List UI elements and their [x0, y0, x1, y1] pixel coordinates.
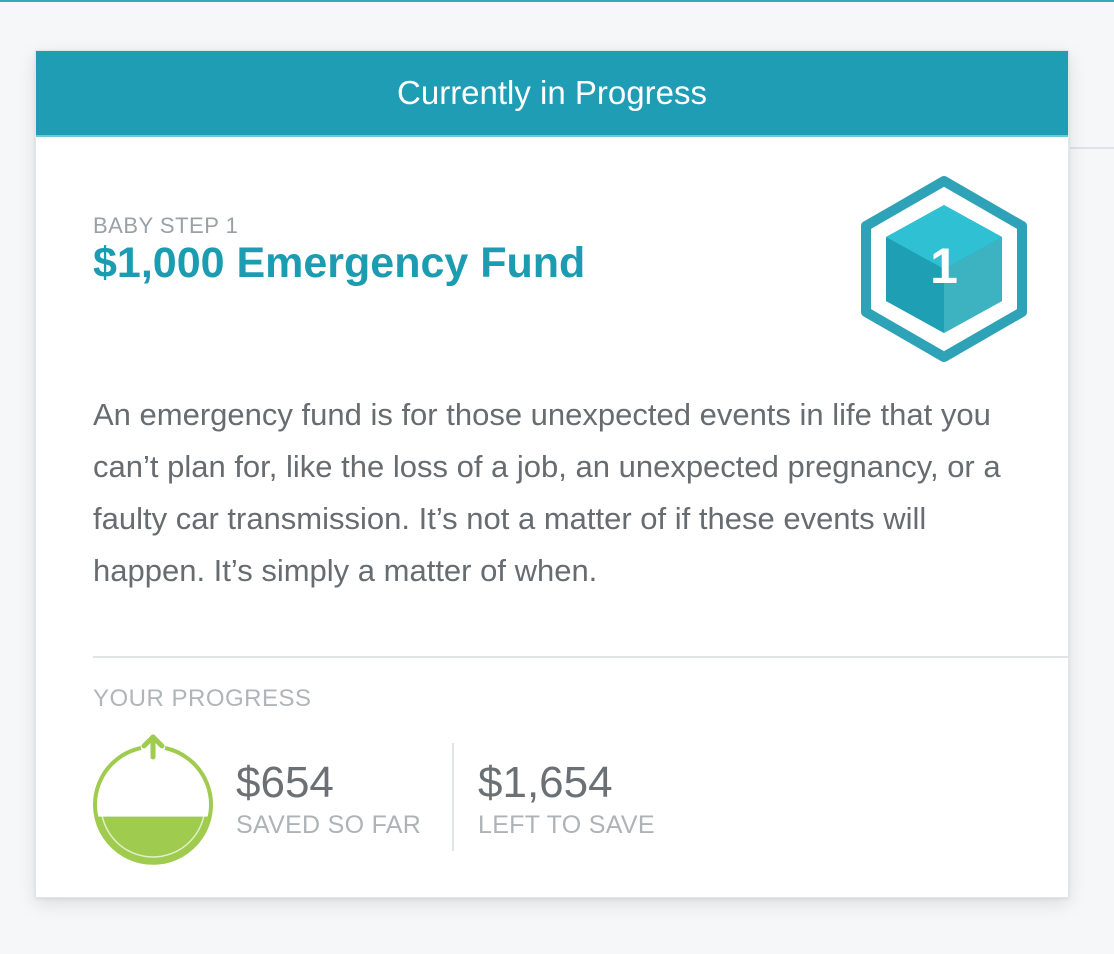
badge-number: 1	[930, 238, 958, 294]
left-caption: LEFT TO SAVE	[478, 811, 655, 839]
left-value: $1,654	[478, 758, 613, 807]
header-title: Currently in Progress	[397, 74, 707, 111]
step-title: $1,000 Emergency Fund	[93, 239, 586, 287]
saved-value: $654	[236, 758, 334, 807]
step-description: An emergency fund is for those unexpecte…	[93, 397, 1001, 588]
saved-caption: SAVED SO FAR	[236, 811, 422, 839]
stat-divider	[452, 743, 454, 851]
top-border	[0, 0, 1114, 2]
section-divider	[93, 656, 1070, 658]
progress-label: YOUR PROGRESS	[93, 685, 312, 712]
hexagon-cube-icon: 1	[861, 176, 1027, 362]
step-label: BABY STEP 1	[93, 213, 239, 238]
saved-stat: $654 SAVED SO FAR	[236, 757, 421, 840]
card-header: Currently in Progress	[36, 51, 1068, 137]
progress-gauge-icon	[93, 734, 213, 865]
baby-step-card: Currently in Progress BABY STEP 1 $1,000…	[35, 50, 1070, 898]
background-line	[1070, 147, 1114, 149]
left-stat: $1,654 LEFT TO SAVE	[478, 757, 655, 840]
